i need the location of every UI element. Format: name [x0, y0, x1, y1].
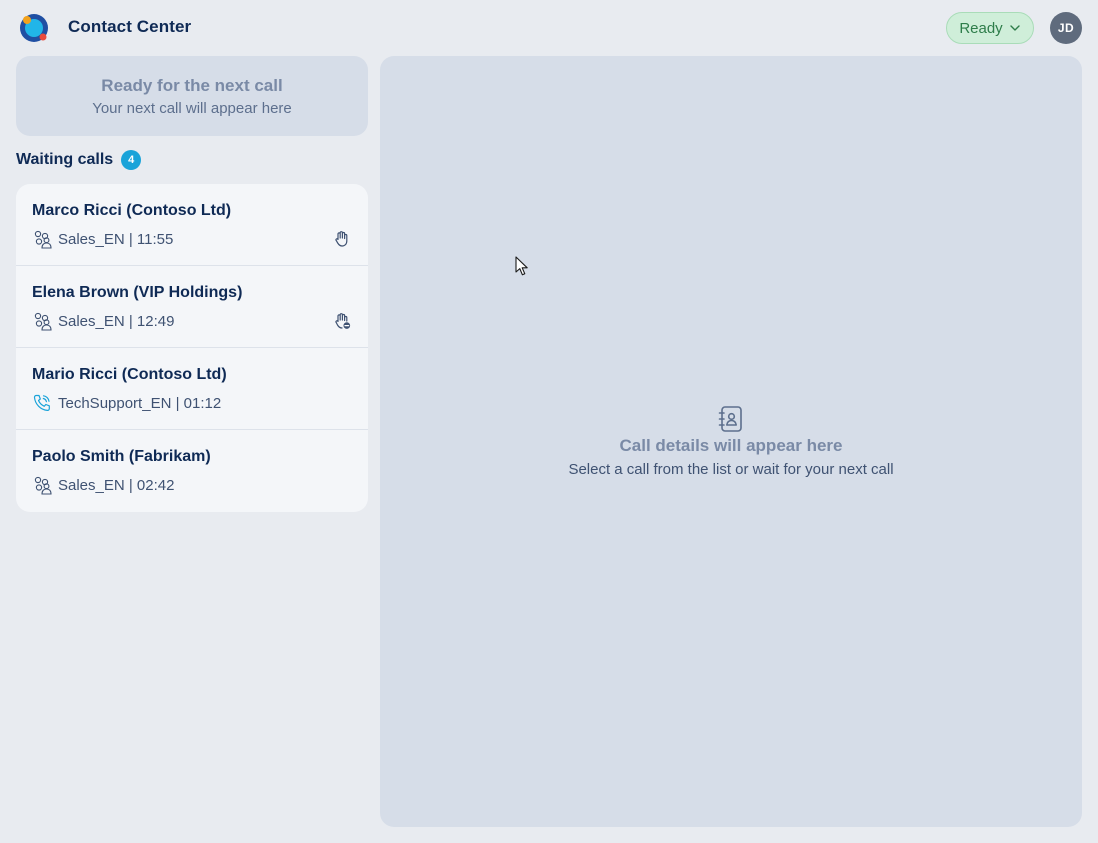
waiting-calls-title: Waiting calls: [16, 151, 114, 168]
call-meta: Sales_EN | 02:42: [32, 475, 174, 495]
call-queue-time: Sales_EN | 02:42: [58, 476, 175, 494]
group-icon: [34, 230, 52, 249]
call-meta: Sales_EN | 11:55: [32, 229, 173, 249]
call-list-item[interactable]: Paolo Smith (Fabrikam) Sales_EN | 02:42: [16, 430, 368, 512]
phone-icon: [33, 394, 50, 412]
user-avatar[interactable]: JD: [1050, 12, 1082, 44]
call-queue-time: Sales_EN | 12:49: [58, 312, 175, 330]
call-details-subtitle: Select a call from the list or wait for …: [568, 461, 894, 478]
waiting-count-badge: 4: [121, 150, 142, 170]
waiting-call-list: Marco Ricci (Contoso Ltd) Sales_EN | 11:…: [16, 184, 368, 512]
contact-book-icon: [718, 406, 742, 432]
contact-center-app: Contact Center Ready JD Ready for the ne…: [0, 0, 1098, 843]
waiting-calls-header: Waiting calls 4: [16, 150, 142, 170]
caller-name: Paolo Smith (Fabrikam): [32, 448, 211, 465]
call-queue-time: Sales_EN | 11:55: [58, 230, 174, 248]
hand-blocked-icon[interactable]: [332, 311, 352, 331]
group-icon: [34, 476, 52, 495]
app-logo-icon: [20, 14, 48, 42]
call-details-title: Call details will appear here: [619, 436, 843, 455]
caller-name: Marco Ricci (Contoso Ltd): [32, 202, 232, 219]
status-dropdown[interactable]: Ready: [946, 12, 1034, 44]
app-title: Contact Center: [68, 17, 192, 36]
call-details-panel: Call details will appear here Select a c…: [380, 56, 1082, 827]
hand-icon[interactable]: [332, 229, 352, 249]
chevron-down-icon: [1009, 25, 1020, 31]
call-meta: Sales_EN | 12:49: [32, 311, 174, 331]
ready-card-title: Ready for the next call: [101, 75, 283, 95]
call-list-item[interactable]: Marco Ricci (Contoso Ltd) Sales_EN | 11:…: [16, 184, 368, 266]
call-list-item[interactable]: Elena Brown (VIP Holdings) Sales_EN | 12…: [16, 266, 368, 348]
call-list-item[interactable]: Mario Ricci (Contoso Ltd) TechSupport_EN…: [16, 348, 368, 430]
ready-card-subtitle: Your next call will appear here: [92, 99, 292, 117]
group-icon: [34, 312, 52, 331]
status-label: Ready: [959, 19, 1003, 37]
mouse-cursor-icon: [515, 256, 528, 276]
call-meta: TechSupport_EN | 01:12: [32, 393, 221, 413]
call-queue-time: TechSupport_EN | 01:12: [58, 394, 222, 412]
caller-name: Mario Ricci (Contoso Ltd): [32, 366, 227, 383]
ready-status-card: Ready for the next call Your next call w…: [16, 56, 368, 136]
top-bar: Contact Center Ready JD: [0, 0, 1098, 56]
caller-name: Elena Brown (VIP Holdings): [32, 284, 243, 301]
call-details-empty-state: Call details will appear here Select a c…: [380, 404, 1082, 478]
